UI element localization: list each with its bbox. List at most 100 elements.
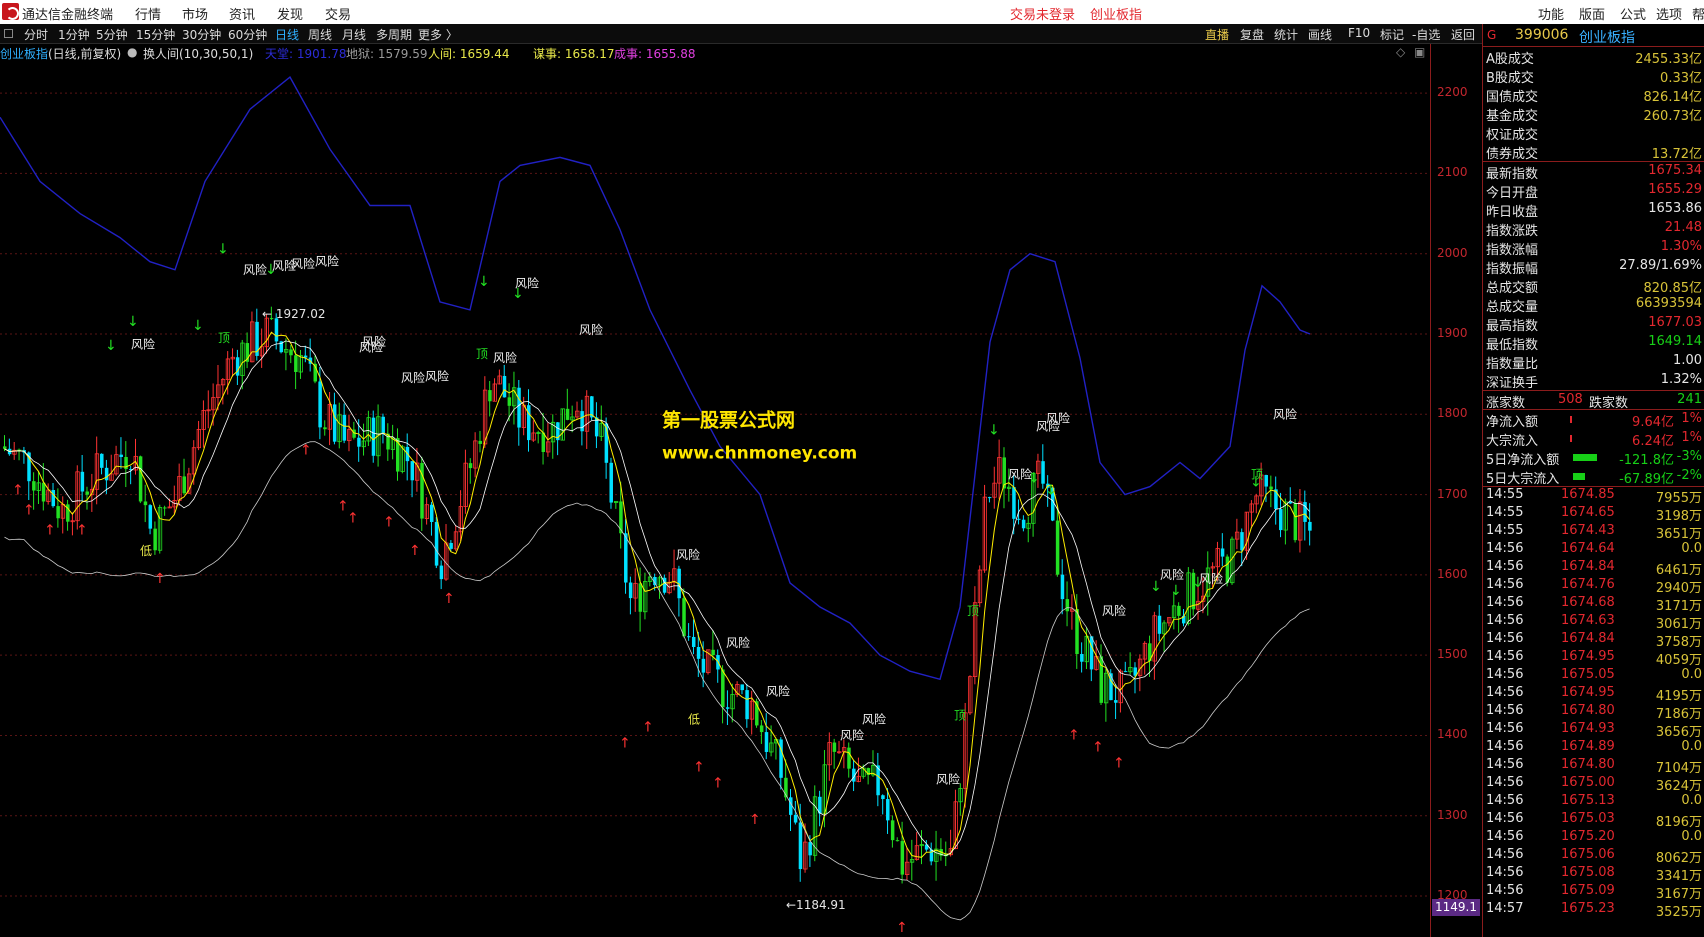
menu-bangzhu[interactable]: 帮 (1692, 4, 1704, 23)
tick-volume: 0.0 (1681, 667, 1702, 682)
tab-daily[interactable]: 日线 (275, 26, 299, 43)
menu-faxian[interactable]: 发现 (277, 4, 303, 23)
formula-settings-icon[interactable]: ● (127, 45, 137, 59)
tab-5min[interactable]: 5分钟 (96, 26, 128, 43)
tab-30min[interactable]: 30分钟 (182, 26, 221, 43)
diamond-icon[interactable]: ◇ (1396, 45, 1405, 59)
candle-body (148, 505, 153, 529)
candle-body (1177, 605, 1181, 616)
candle-body (1114, 700, 1118, 703)
row-label: 最低指数 (1486, 338, 1539, 353)
candle-body (764, 732, 769, 752)
tab-1min[interactable]: 1分钟 (58, 26, 90, 43)
buy-arrow-icon: ↑ (12, 483, 24, 499)
flow-value: -121.8亿 (1619, 453, 1674, 468)
tab-weekly[interactable]: 周线 (308, 26, 332, 43)
period-toolbar: 分时 1分钟 5分钟 15分钟 30分钟 60分钟 日线 周线 月线 多周期 更… (0, 24, 1482, 44)
tab-multi-period[interactable]: 多周期 (376, 26, 412, 43)
tab-60min[interactable]: 60分钟 (228, 26, 267, 43)
tick-row: 14:55 1674.85 7955万 (1483, 487, 1704, 506)
turnover-row: A股成交 2455.33亿 (1483, 47, 1704, 67)
up-count: 508 (1558, 392, 1583, 407)
turnover-row: 权证成交 (1483, 123, 1704, 143)
tick-time: 14:56 (1486, 739, 1524, 754)
buy-arrow-icon: ↑ (896, 920, 908, 936)
btn-replay[interactable]: 复盘 (1240, 26, 1264, 43)
tab-monthly[interactable]: 月线 (342, 26, 366, 43)
flow-pct: -3% (1676, 449, 1702, 464)
tick-volume: 8196万 (1655, 815, 1702, 830)
tick-price: 1674.93 (1561, 721, 1615, 736)
candle-body (1308, 521, 1312, 531)
menu-xuanxiang[interactable]: 选项 (1656, 4, 1682, 23)
candle-body (410, 461, 415, 481)
risk-label: 风险 (936, 772, 960, 787)
candle-body (1240, 532, 1244, 551)
candle-body (235, 357, 240, 376)
value-tiantang: 天堂: 1901.78 (265, 47, 347, 61)
sell-arrow-icon: ↓ (192, 318, 204, 334)
flow-pct: 1% (1681, 430, 1702, 445)
tick-time: 14:55 (1486, 523, 1524, 538)
window-icon[interactable]: ▣ (1414, 45, 1425, 59)
tick-row: 14:56 1674.95 4059万 (1483, 649, 1704, 668)
candle-body (886, 799, 890, 821)
candle-body (638, 583, 643, 612)
tick-volume: 3624万 (1655, 779, 1702, 794)
row-label: 指数涨幅 (1486, 243, 1539, 258)
candle-body (1123, 671, 1128, 673)
tick-volume: 3525万 (1655, 905, 1702, 920)
trade-login-link[interactable]: 交易未登录 (1010, 4, 1075, 23)
price-tick: 1500 (1437, 647, 1468, 662)
candle-body (434, 521, 439, 566)
candle-body (890, 820, 895, 841)
candle-body (580, 411, 584, 432)
tick-volume: 3198万 (1655, 509, 1702, 524)
tick-row: 14:56 1675.13 0.0 (1483, 793, 1704, 811)
risk-label: 风险 (1199, 571, 1223, 586)
kline-chart[interactable]: ↓↓ ↓↓↓↓↓↓↓↓↓ ↓↓↓↑↑↑ ↑↑↑↑↑ ↑↑↑↑↑↑↑↑↑↑↑↑风险风险 风险… (0, 61, 1430, 937)
btn-live[interactable]: 直播 (1205, 26, 1229, 43)
indicator-formula[interactable]: 换人间(10,30,50,1) (143, 45, 253, 62)
row-value: 1649.14 (1648, 334, 1702, 349)
btn-back[interactable]: 返回 (1451, 26, 1475, 43)
candle-body (1021, 519, 1026, 529)
candle-body (1055, 520, 1060, 575)
stat-row: 昨日收盘 1653.86 (1483, 200, 1704, 220)
candle-body (696, 646, 701, 659)
menu-banmian[interactable]: 版面 (1579, 4, 1605, 23)
tick-row: 14:56 1674.63 3061万 (1483, 613, 1704, 632)
menu-gongneng[interactable]: 功能 (1538, 4, 1564, 23)
btn-draw[interactable]: 画线 (1308, 26, 1332, 43)
row-label: 基金成交 (1486, 109, 1539, 124)
btn-mark[interactable]: 标记 (1380, 26, 1404, 43)
menu-gongshi[interactable]: 公式 (1620, 4, 1646, 23)
menu-zixun[interactable]: 资讯 (229, 4, 255, 23)
btn-stats[interactable]: 统计 (1274, 26, 1298, 43)
row-label: 最新指数 (1486, 167, 1539, 182)
down-count: 241 (1677, 392, 1702, 407)
top-marker: 顶 (218, 331, 230, 345)
tick-time: 14:55 (1486, 487, 1524, 502)
layout-toggle-icon[interactable] (4, 29, 13, 38)
tick-list[interactable]: 14:55 1674.85 7955万 14:55 1674.65 3198万 14:55 1… (1483, 487, 1704, 920)
group-badge: G (1487, 28, 1497, 42)
buy-arrow-icon: ↑ (76, 523, 88, 539)
tab-fenshi[interactable]: 分时 (24, 26, 48, 43)
menu-shichang[interactable]: 市场 (182, 4, 208, 23)
btn-self-select[interactable]: -自选 (1412, 26, 1440, 43)
candle-body (289, 349, 293, 356)
menu-jiaoyi[interactable]: 交易 (325, 4, 351, 23)
candle-body (153, 528, 157, 551)
btn-f10[interactable]: F10 (1348, 26, 1370, 40)
tick-price: 1674.64 (1561, 541, 1615, 556)
tick-volume: 3758万 (1655, 635, 1702, 650)
candle-body (745, 690, 749, 720)
tick-time: 14:56 (1486, 667, 1524, 682)
tab-15min[interactable]: 15分钟 (136, 26, 175, 43)
tick-price: 1675.08 (1561, 865, 1615, 880)
value-renjian: 人间: 1659.44 (428, 47, 510, 61)
watermark-url: www.chnmoney.com (662, 443, 857, 463)
tab-more[interactable]: 更多 〉 (418, 26, 458, 43)
menu-hangqing[interactable]: 行情 (135, 4, 161, 23)
